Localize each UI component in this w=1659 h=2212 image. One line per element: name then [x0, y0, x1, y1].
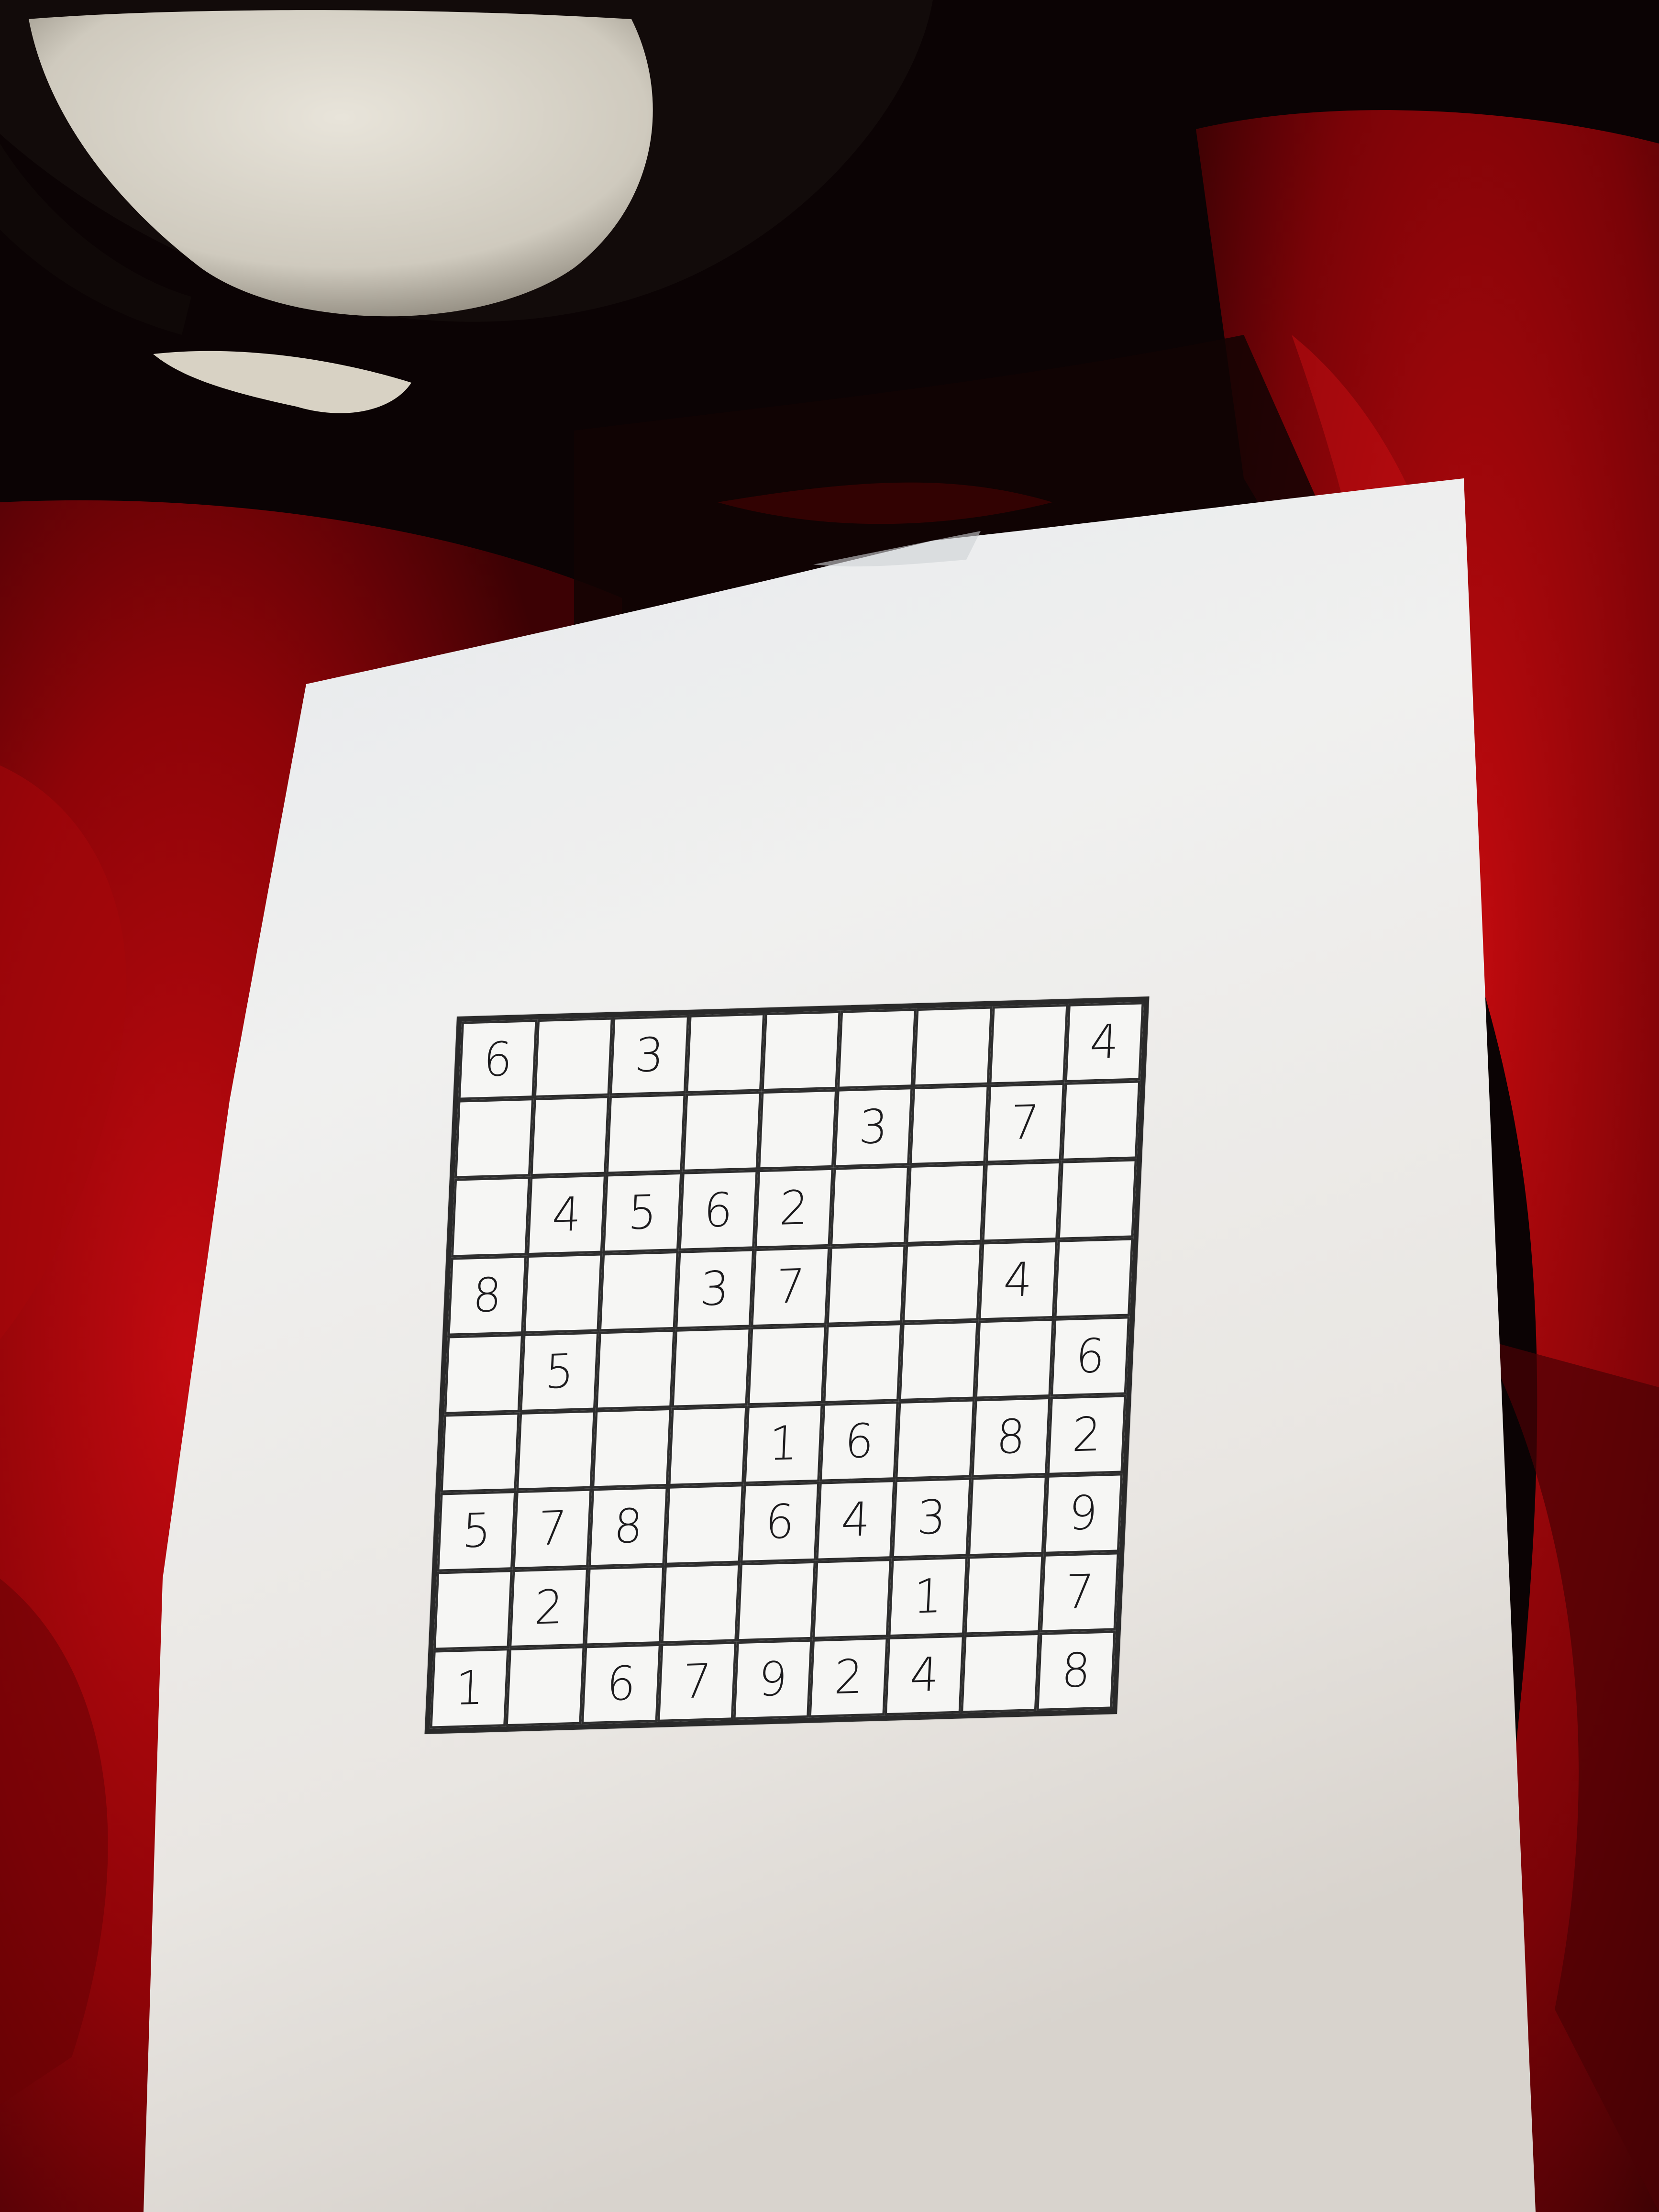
sudoku-cell [906, 1163, 985, 1244]
sudoku-cell: 5 [520, 1331, 599, 1413]
sudoku-cell [830, 1165, 910, 1247]
sudoku-cell: 6 [458, 1019, 538, 1100]
sudoku-cell: 2 [1047, 1394, 1127, 1476]
sudoku-cell [989, 1004, 1068, 1085]
sudoku-cell: 7 [657, 1641, 737, 1722]
sudoku-cell: 2 [509, 1567, 589, 1648]
sudoku-cell: 8 [971, 1397, 1051, 1478]
sudoku-cell [913, 1006, 993, 1087]
sudoku-cell: 8 [447, 1255, 527, 1336]
sudoku-cell [506, 1646, 585, 1727]
sudoku-cell [1057, 1159, 1137, 1240]
sudoku-cell [758, 1089, 838, 1170]
sudoku-puzzle: 634374562837456168257864392171679248 [424, 996, 1150, 1734]
sudoku-cell [1061, 1080, 1141, 1161]
sudoku-cell: 3 [833, 1087, 913, 1168]
sudoku-cell [736, 1560, 816, 1642]
sudoku-cell: 6 [678, 1170, 758, 1251]
sudoku-cell [454, 1098, 534, 1179]
sudoku-cell [433, 1569, 513, 1650]
sudoku-cell [596, 1329, 675, 1410]
sudoku-cell: 3 [675, 1248, 754, 1329]
sudoku-cell [606, 1094, 686, 1174]
sudoku-cell: 2 [754, 1168, 834, 1249]
sudoku-cell: 3 [892, 1477, 972, 1559]
sudoku-cell [909, 1084, 989, 1166]
sudoku-cell [747, 1325, 827, 1406]
sudoku-cell: 6 [581, 1643, 661, 1725]
sudoku-cell [902, 1242, 982, 1323]
sudoku-cell [534, 1017, 614, 1098]
sudoku-cell: 9 [733, 1639, 813, 1720]
sudoku-cell [982, 1161, 1062, 1242]
sudoku-cell [899, 1320, 978, 1402]
sudoku-cell [826, 1244, 906, 1325]
sudoku-cell [1054, 1237, 1134, 1318]
sudoku-cell [440, 1412, 520, 1493]
sudoku-cell [668, 1405, 748, 1487]
sudoku-cell [682, 1091, 762, 1172]
sudoku-cell: 7 [1040, 1551, 1119, 1633]
sudoku-cell [964, 1554, 1044, 1635]
sudoku-cell: 2 [808, 1637, 888, 1718]
sudoku-cell: 1 [888, 1556, 968, 1637]
sudoku-cell [761, 1010, 841, 1092]
sudoku-cell [592, 1408, 672, 1489]
sudoku-cell: 5 [602, 1172, 682, 1253]
sudoku-cell: 8 [588, 1486, 668, 1568]
sudoku-cell: 4 [816, 1480, 896, 1561]
sudoku-cell: 4 [978, 1239, 1058, 1321]
sudoku-cell: 5 [437, 1491, 517, 1572]
sudoku-cell: 1 [743, 1403, 823, 1484]
sudoku-cell [444, 1333, 524, 1415]
sudoku-cell [664, 1484, 744, 1565]
sudoku-cell: 4 [527, 1174, 607, 1255]
sudoku-cell: 6 [740, 1482, 820, 1563]
sudoku-cell [661, 1562, 741, 1644]
sudoku-cell [823, 1322, 903, 1404]
sudoku-cell: 6 [1050, 1316, 1130, 1397]
sudoku-cell: 4 [885, 1635, 964, 1716]
sudoku-cell [967, 1475, 1047, 1557]
sudoku-cell: 3 [609, 1015, 689, 1096]
sudoku-cell: 7 [985, 1083, 1065, 1163]
sudoku-cell: 1 [430, 1648, 509, 1729]
sudoku-cell [523, 1253, 603, 1334]
sudoku-cell [960, 1632, 1040, 1714]
sudoku-cell: 9 [1043, 1473, 1123, 1554]
sudoku-cell [974, 1318, 1054, 1399]
sudoku-cell [671, 1327, 751, 1408]
sudoku-cell: 7 [751, 1246, 830, 1327]
sudoku-cell: 8 [1036, 1630, 1116, 1711]
sudoku-cell [599, 1250, 679, 1332]
sudoku-cell [837, 1008, 917, 1089]
sudoku-cell [451, 1176, 531, 1258]
sudoku-grid: 634374562837456168257864392171679248 [430, 1002, 1144, 1729]
sudoku-cell [516, 1410, 596, 1491]
sudoku-cell [895, 1399, 975, 1480]
sudoku-cell [585, 1565, 664, 1646]
sudoku-cell: 6 [819, 1401, 899, 1482]
sudoku-cell [812, 1558, 892, 1639]
sudoku-cell [686, 1013, 765, 1094]
sudoku-cell: 7 [512, 1488, 592, 1570]
sudoku-cell: 4 [1064, 1002, 1144, 1083]
sudoku-cell [530, 1095, 610, 1177]
